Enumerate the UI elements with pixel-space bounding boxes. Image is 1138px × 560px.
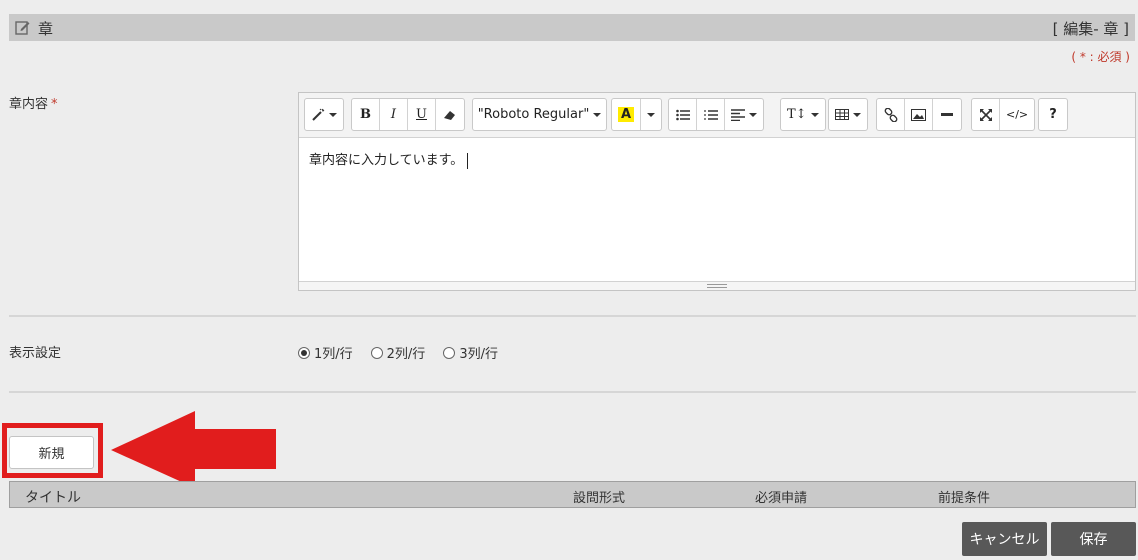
underline-button[interactable]: U [408, 99, 436, 130]
resize-grip-icon [707, 284, 727, 288]
radio-icon[interactable] [370, 346, 383, 359]
font-size-button[interactable]: T↕ [781, 99, 825, 130]
code-view-button[interactable]: </> [1000, 99, 1034, 130]
paragraph-align-button[interactable] [725, 99, 763, 130]
editor-toolbar: B I U "Roboto Regular" A T↕ </> ? [299, 93, 1135, 138]
link-icon [884, 107, 897, 122]
radio-2-column[interactable]: 2列/行 [370, 343, 426, 362]
content-label-text: 章内容 [9, 97, 49, 112]
font-color-button[interactable]: A [612, 99, 642, 130]
clear-format-button[interactable] [436, 99, 464, 130]
display-setting-radio-group: 1列/行 2列/行 3列/行 [298, 343, 498, 362]
section-header: 章 [ 編集- 章 ] [9, 14, 1135, 41]
ordered-list-button[interactable] [697, 99, 725, 130]
fullscreen-icon [979, 108, 992, 121]
rich-text-editor[interactable]: B I U "Roboto Regular" A T↕ </> ? 章内容に入力… [298, 92, 1136, 291]
bold-button[interactable]: B [352, 99, 380, 130]
editor-content[interactable]: 章内容に入力しています。 [309, 149, 469, 169]
bullet-list-icon [675, 109, 690, 120]
font-color-dropdown[interactable] [641, 99, 661, 130]
divider [9, 315, 1136, 317]
radio-icon[interactable] [443, 346, 456, 359]
help-button[interactable]: ? [1039, 99, 1067, 130]
font-size-icon: T↕ [787, 107, 807, 122]
editor-text: 章内容に入力しています。 [309, 153, 464, 168]
align-left-icon [731, 108, 745, 121]
divider [9, 391, 1136, 393]
image-icon [911, 108, 926, 121]
code-view-icon: </> [1006, 108, 1029, 121]
editor-resize-handle[interactable] [299, 281, 1135, 290]
page-title: 章 [38, 20, 54, 38]
unordered-list-button[interactable] [669, 99, 697, 130]
image-button[interactable] [905, 99, 933, 130]
horizontal-rule-icon [941, 112, 953, 116]
radio-label: 2列/行 [386, 347, 426, 362]
edit-icon [15, 21, 30, 35]
font-color-icon: A [618, 107, 635, 122]
horizontal-rule-button[interactable] [933, 99, 961, 130]
required-star: * [51, 97, 58, 112]
radio-selected-icon[interactable] [298, 346, 310, 359]
font-family-value: "Roboto Regular" [477, 107, 590, 122]
radio-3-column[interactable]: 3列/行 [443, 343, 498, 362]
eraser-icon [444, 110, 455, 120]
style-magic-wand-button[interactable] [305, 99, 343, 130]
mode-label: [ 編集- 章 ] [1052, 20, 1129, 38]
radio-1-column[interactable]: 1列/行 [298, 343, 353, 362]
font-family-select[interactable]: "Roboto Regular" [473, 99, 606, 130]
radio-label: 3列/行 [459, 347, 498, 362]
column-precondition: 前提条件 [938, 491, 991, 506]
table-icon [835, 109, 849, 120]
table-button[interactable] [829, 99, 867, 130]
column-title: タイトル [25, 490, 81, 506]
table-header: タイトル 設問形式 必須申請 前提条件 [9, 481, 1136, 508]
content-label: 章内容 * [9, 93, 58, 112]
text-cursor [467, 152, 469, 169]
fullscreen-button[interactable] [972, 99, 1000, 130]
magic-wand-icon [312, 108, 325, 121]
cancel-button[interactable]: キャンセル [962, 522, 1047, 556]
numbered-list-icon [703, 109, 718, 120]
annotation-arrow-icon [111, 411, 276, 488]
column-question-type: 設問形式 [573, 491, 626, 506]
italic-button[interactable]: I [380, 99, 408, 130]
display-setting-label: 表示設定 [9, 346, 62, 361]
save-button[interactable]: 保存 [1051, 522, 1136, 556]
radio-label: 1列/行 [314, 347, 353, 362]
link-button[interactable] [877, 99, 905, 130]
required-note: ( * : 必須 ) [1071, 50, 1130, 64]
new-button[interactable]: 新規 [9, 436, 94, 469]
column-required: 必須申請 [755, 491, 808, 506]
